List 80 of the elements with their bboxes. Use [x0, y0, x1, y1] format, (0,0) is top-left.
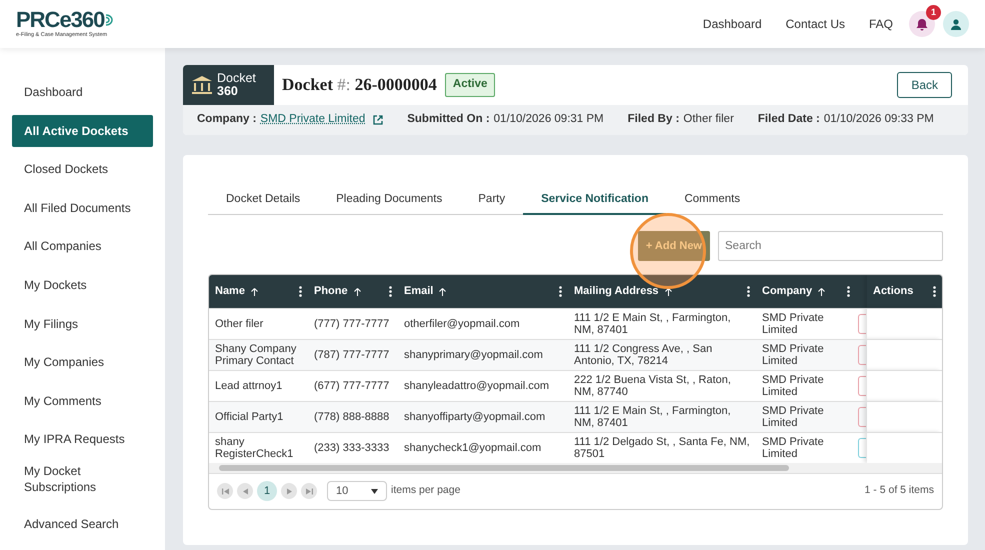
status-tag: Active — [444, 73, 496, 97]
page-size-label: items per page — [391, 483, 460, 498]
nav-link[interactable]: Contact Us — [786, 15, 845, 33]
column-header[interactable]: Name — [215, 283, 245, 300]
signal-icon — [104, 12, 114, 27]
phone-cell: (787) 777-7777 — [308, 339, 398, 370]
sidebar-item[interactable]: My Filings — [12, 308, 153, 340]
meta-label: Company : — [197, 112, 256, 128]
meta-value: 01/10/2026 09:33 PM — [824, 112, 934, 128]
name-cell: Official Party1 — [209, 401, 308, 432]
sort-icon[interactable] — [439, 288, 446, 296]
email-cell: shanyoffiparty@yopmail.com — [398, 401, 568, 432]
sort-icon[interactable] — [354, 288, 361, 296]
tab[interactable]: Docket Details — [208, 185, 318, 216]
sort-icon[interactable] — [250, 288, 258, 296]
meta-label: Filed Date : — [758, 112, 820, 128]
page-size-select[interactable]: 10 — [327, 481, 387, 502]
next-page-button[interactable] — [281, 483, 297, 500]
sort-icon[interactable] — [664, 288, 672, 296]
first-page-button[interactable] — [217, 483, 233, 500]
previous-page-button[interactable] — [237, 483, 253, 500]
meta-value: 01/10/2026 09:31 PM — [494, 112, 604, 128]
company-link[interactable]: SMD Private Limited — [260, 111, 366, 129]
previous-page-icon — [242, 488, 248, 495]
sidebar-item[interactable]: My Comments — [12, 384, 153, 418]
column-menu-icon[interactable] — [747, 286, 750, 297]
tab[interactable]: Pleading Documents — [318, 185, 460, 216]
pager-summary: 1 - 5 of 5 items — [864, 483, 934, 498]
brand-title: Docket — [217, 72, 256, 85]
page-button[interactable]: 1 — [257, 481, 277, 502]
address-cell: 111 1/2 Congress Ave, , San Antonio, TX, 78214 — [568, 339, 756, 370]
sidebar-item[interactable]: My Companies — [12, 346, 153, 379]
company-cell: SMD Private Limited — [756, 339, 856, 370]
tab[interactable]: Comments — [666, 185, 758, 216]
brand-number: 360 — [217, 85, 239, 98]
search-field[interactable]: Search — [718, 231, 943, 262]
horizontal-scrollbar[interactable] — [209, 462, 942, 473]
column-menu-icon[interactable] — [847, 286, 850, 297]
sidebar-item[interactable]: My Dockets — [12, 268, 153, 302]
sort-icon[interactable] — [818, 288, 826, 296]
sidebar-item[interactable]: My Docket Subscriptions — [12, 462, 153, 500]
sidebar-item[interactable]: All Active Dockets — [12, 114, 153, 148]
next-page-icon — [286, 488, 292, 495]
user-button[interactable] — [943, 11, 969, 37]
logo-text[interactable]: PRCe360 — [16, 8, 104, 31]
notification-count: 1 — [926, 5, 941, 20]
sidebar-item[interactable]: Advanced Search — [12, 508, 153, 541]
tab[interactable]: Party — [460, 185, 524, 216]
meta-label: Submitted On : — [407, 112, 490, 128]
meta-value: Other filer — [683, 112, 734, 128]
last-page-button[interactable] — [301, 483, 317, 500]
back-button[interactable]: Back — [897, 72, 952, 98]
bell-icon — [916, 18, 928, 30]
sidebar-item[interactable]: Closed Dockets — [12, 153, 153, 186]
column-menu-icon[interactable] — [559, 286, 562, 297]
sidebar-item[interactable]: All Companies — [12, 230, 153, 263]
tab[interactable]: Service Notification — [523, 185, 666, 216]
phone-cell: (778) 888-8888 — [308, 401, 398, 432]
bank-icon — [191, 75, 213, 95]
sidebar-item[interactable]: All Filed Documents — [12, 192, 153, 224]
column-menu-icon[interactable] — [389, 286, 392, 297]
last-page-icon — [306, 488, 312, 495]
nav-link[interactable]: Dashboard — [702, 15, 762, 33]
sidebar-item[interactable]: Dashboard — [12, 76, 153, 109]
sidebar-item[interactable]: My IPRA Requests — [12, 423, 153, 456]
address-cell: 111 1/2 E Main St, , Farmington, NM, 87401 — [568, 401, 756, 432]
company-cell: SMD Private Limited — [756, 401, 856, 432]
column-header[interactable]: Email — [404, 283, 434, 300]
docket-title: Docket #: 26-0000004 — [282, 74, 437, 96]
column-menu-icon[interactable] — [933, 286, 936, 297]
caret-icon — [371, 488, 378, 494]
meta-label: Filed By : — [628, 112, 680, 128]
column-header[interactable]: Phone — [314, 283, 348, 300]
first-page-icon — [222, 488, 228, 495]
external-link-icon[interactable] — [373, 115, 384, 125]
name-cell: Shany Company Primary Contact — [209, 339, 308, 370]
user-icon — [951, 18, 961, 30]
email-cell: shanyprimary@yopmail.com — [398, 339, 568, 370]
column-menu-icon[interactable] — [299, 286, 302, 297]
nav-link[interactable]: FAQ — [868, 15, 893, 33]
